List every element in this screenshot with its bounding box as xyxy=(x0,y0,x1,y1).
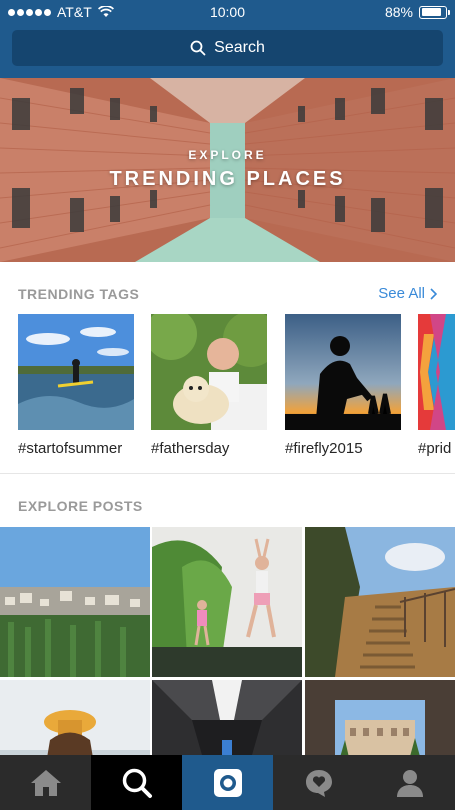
search-icon xyxy=(190,40,206,56)
explore-post-thumbnail[interactable] xyxy=(0,527,150,677)
status-bar: AT&T 10:00 88% xyxy=(0,0,455,24)
tab-bar xyxy=(0,755,455,810)
header: AT&T 10:00 88% Search xyxy=(0,0,455,78)
tag-label: #startofsummer xyxy=(18,440,123,457)
see-all-link[interactable]: See All xyxy=(378,285,437,302)
tag-thumbnail xyxy=(18,314,134,430)
tag-label: #firefly2015 xyxy=(285,440,363,457)
section-divider xyxy=(0,473,455,474)
explore-posts-title: EXPLORE POSTS xyxy=(18,498,143,514)
battery-percent: 88% xyxy=(384,4,413,20)
explore-post-thumbnail[interactable] xyxy=(305,527,455,677)
home-icon xyxy=(30,769,61,796)
explore-post-thumbnail[interactable] xyxy=(152,527,302,677)
trending-tags-row: #startofsummer #fathersday #firefly2015 … xyxy=(18,314,455,464)
see-all-label: See All xyxy=(378,285,425,302)
battery-icon xyxy=(419,5,450,19)
search-icon xyxy=(122,768,152,798)
camera-icon xyxy=(213,768,242,797)
tag-card-firefly2015[interactable]: #firefly2015 xyxy=(285,314,401,457)
tag-card-fathersday[interactable]: #fathersday xyxy=(151,314,267,457)
tag-thumbnail xyxy=(151,314,267,430)
tab-explore[interactable] xyxy=(91,755,182,810)
status-bar-right: 88% xyxy=(384,4,450,20)
banner-subtitle: EXPLORE xyxy=(188,148,267,162)
tab-camera[interactable] xyxy=(182,755,273,810)
search-label: Search xyxy=(214,39,265,56)
activity-icon xyxy=(305,769,332,797)
explore-post-thumbnail[interactable] xyxy=(305,680,455,755)
tag-thumbnail xyxy=(418,314,455,430)
explore-post-thumbnail[interactable] xyxy=(0,680,150,755)
tag-card-startofsummer[interactable]: #startofsummer xyxy=(18,314,134,457)
tag-label: #prid xyxy=(418,440,452,457)
tab-home[interactable] xyxy=(0,755,91,810)
trending-tags-title: TRENDING TAGS xyxy=(18,286,140,302)
banner-title: TRENDING PLACES xyxy=(109,168,346,190)
explore-posts-grid xyxy=(0,527,455,755)
tab-profile[interactable] xyxy=(364,755,455,810)
chevron-right-icon xyxy=(430,287,437,300)
search-bar[interactable]: Search xyxy=(12,30,443,66)
trending-places-banner[interactable]: EXPLORE TRENDING PLACES xyxy=(0,78,455,262)
tag-card-pride[interactable]: #prid xyxy=(418,314,455,457)
tag-thumbnail xyxy=(285,314,401,430)
banner-text: EXPLORE TRENDING PLACES xyxy=(0,148,455,191)
tag-label: #fathersday xyxy=(151,440,230,457)
profile-icon xyxy=(396,769,423,797)
explore-post-thumbnail[interactable] xyxy=(152,680,302,755)
tab-activity[interactable] xyxy=(273,755,364,810)
